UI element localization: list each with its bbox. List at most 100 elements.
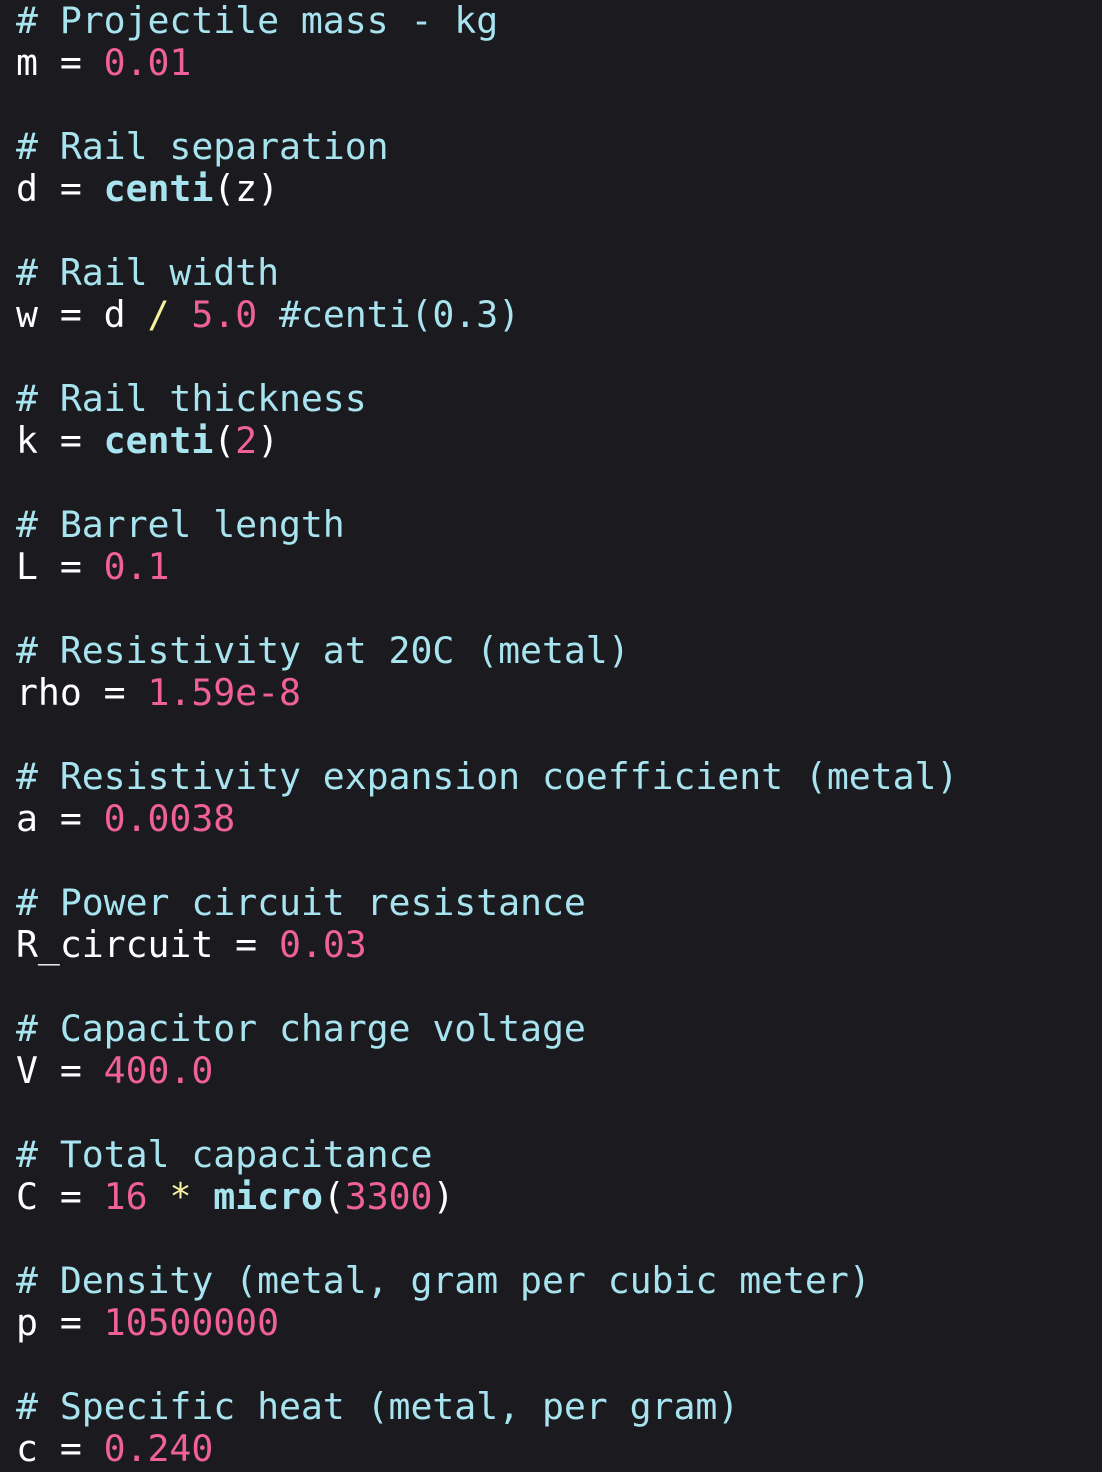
number-literal: 1.59e-8 xyxy=(147,671,301,714)
code-line[interactable]: m = 0.01 xyxy=(16,42,958,84)
code-line[interactable]: # Resistivity at 20C (metal) xyxy=(16,630,958,672)
code-comment: # Rail thickness xyxy=(16,377,367,420)
code-line[interactable]: # Total capacitance xyxy=(16,1134,958,1176)
code-line[interactable]: R_circuit = 0.03 xyxy=(16,924,958,966)
code-line[interactable] xyxy=(16,84,958,126)
function-name: micro xyxy=(213,1175,323,1218)
code-line[interactable] xyxy=(16,1092,958,1134)
code-comment: # Resistivity at 20C (metal) xyxy=(16,629,630,672)
operator xyxy=(191,1175,213,1218)
number-literal: 10500000 xyxy=(103,1301,279,1344)
variable-name: c xyxy=(16,1427,38,1470)
code-comment: # Barrel length xyxy=(16,503,345,546)
variable-name: w xyxy=(16,293,38,336)
variable-name: d xyxy=(16,167,38,210)
code-editor[interactable]: # Projectile mass - kg m = 0.01 # Rail se… xyxy=(0,0,1102,1472)
operator: = xyxy=(37,293,104,336)
operator: * xyxy=(169,1175,192,1218)
code-line[interactable] xyxy=(16,966,958,1008)
operator: = xyxy=(37,419,104,462)
variable-name: p xyxy=(16,1301,38,1344)
code-line[interactable]: C = 16 * micro(3300) xyxy=(16,1176,958,1218)
operator: = xyxy=(37,167,104,210)
code-line[interactable]: k = centi(2) xyxy=(16,420,958,462)
code-line[interactable] xyxy=(16,336,958,378)
operator: = xyxy=(37,1049,104,1092)
number-literal: 0.240 xyxy=(103,1427,214,1470)
code-comment: #centi(0.3) xyxy=(257,293,521,336)
operator: = xyxy=(81,671,148,714)
code-comment: # Power circuit resistance xyxy=(16,881,586,924)
number-literal: 400.0 xyxy=(103,1049,214,1092)
operator: / xyxy=(147,293,170,336)
code-comment: # Capacitor charge voltage xyxy=(16,1007,586,1050)
punctuation: ) xyxy=(257,419,280,462)
code-line[interactable]: L = 0.1 xyxy=(16,546,958,588)
punctuation: (z) xyxy=(213,167,279,210)
function-name: centi xyxy=(103,167,214,210)
code-comment: # Specific heat (metal, per gram) xyxy=(16,1385,740,1428)
code-line[interactable]: p = 10500000 xyxy=(16,1302,958,1344)
operator: = xyxy=(37,797,104,840)
operator xyxy=(148,1175,170,1218)
code-line[interactable] xyxy=(16,210,958,252)
code-line[interactable]: d = centi(z) xyxy=(16,168,958,210)
operator xyxy=(169,293,191,336)
code-line[interactable] xyxy=(16,462,958,504)
code-line[interactable]: # Resistivity expansion coefficient (met… xyxy=(16,756,958,798)
operator: = xyxy=(37,1427,104,1470)
code-line[interactable]: # Density (metal, gram per cubic meter) xyxy=(16,1260,958,1302)
code-comment: # Projectile mass - kg xyxy=(16,0,499,42)
code-comment: # Resistivity expansion coefficient (met… xyxy=(16,755,959,798)
number-literal: 16 xyxy=(103,1175,148,1218)
variable-name: R_circuit xyxy=(16,923,214,966)
number-literal: 5.0 xyxy=(191,293,258,336)
code-line[interactable]: # Rail width xyxy=(16,252,958,294)
code-line[interactable] xyxy=(16,1344,958,1386)
operator: = xyxy=(37,545,104,588)
code-line[interactable]: rho = 1.59e-8 xyxy=(16,672,958,714)
variable-name: V xyxy=(16,1049,38,1092)
code-line[interactable] xyxy=(16,840,958,882)
variable-name: k xyxy=(16,419,38,462)
operator: = xyxy=(213,923,279,966)
code-line[interactable] xyxy=(16,714,958,756)
punctuation: ( xyxy=(322,1175,345,1218)
code-line[interactable]: a = 0.0038 xyxy=(16,798,958,840)
number-literal: 0.1 xyxy=(103,545,170,588)
code-comment: # Rail separation xyxy=(16,125,389,168)
code-line[interactable]: # Rail thickness xyxy=(16,378,958,420)
code-line[interactable]: # Barrel length xyxy=(16,504,958,546)
code-line[interactable]: w = d / 5.0 #centi(0.3) xyxy=(16,294,958,336)
variable-name: m xyxy=(16,41,38,84)
code-line[interactable]: # Capacitor charge voltage xyxy=(16,1008,958,1050)
code-comment: # Density (metal, gram per cubic meter) xyxy=(16,1259,871,1302)
code-content[interactable]: # Projectile mass - kg m = 0.01 # Rail se… xyxy=(16,0,958,1470)
operator: = xyxy=(37,41,104,84)
function-name: centi xyxy=(103,419,214,462)
code-line[interactable]: V = 400.0 xyxy=(16,1050,958,1092)
code-line[interactable]: # Projectile mass - kg xyxy=(16,0,958,42)
code-comment: # Total capacitance xyxy=(16,1133,433,1176)
operator xyxy=(126,293,148,336)
operator: = xyxy=(37,1175,104,1218)
number-literal: 2 xyxy=(235,419,258,462)
operator: = xyxy=(37,1301,104,1344)
code-line[interactable]: c = 0.240 xyxy=(16,1428,958,1470)
code-line[interactable] xyxy=(16,588,958,630)
number-literal: 0.0038 xyxy=(103,797,236,840)
code-comment: # Rail width xyxy=(16,251,279,294)
variable-name: L xyxy=(16,545,38,588)
variable-name: d xyxy=(103,293,126,336)
code-line[interactable]: # Power circuit resistance xyxy=(16,882,958,924)
punctuation: ) xyxy=(432,1175,455,1218)
variable-name: a xyxy=(16,797,38,840)
code-line[interactable] xyxy=(16,1218,958,1260)
number-literal: 0.03 xyxy=(278,923,367,966)
variable-name: rho xyxy=(16,671,82,714)
number-literal: 3300 xyxy=(344,1175,433,1218)
code-line[interactable]: # Specific heat (metal, per gram) xyxy=(16,1386,958,1428)
punctuation: ( xyxy=(213,419,236,462)
code-line[interactable]: # Rail separation xyxy=(16,126,958,168)
number-literal: 0.01 xyxy=(103,41,192,84)
